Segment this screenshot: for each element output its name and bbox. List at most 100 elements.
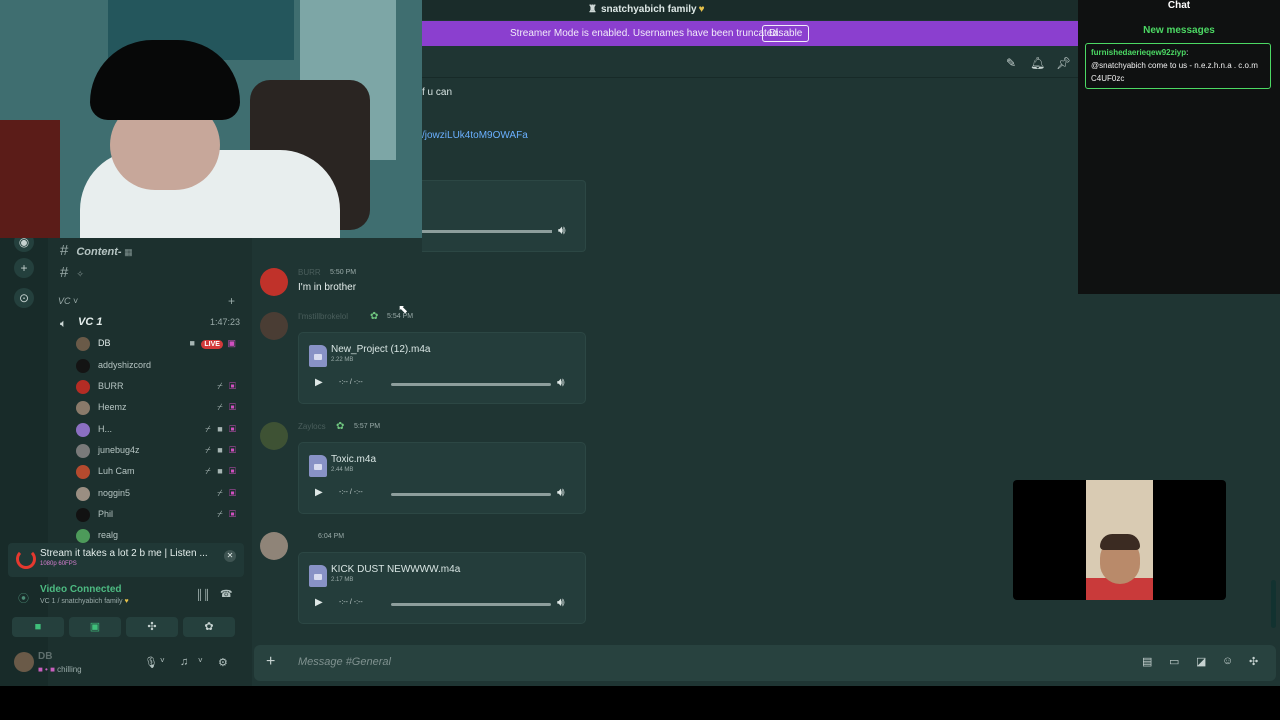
file-icon: [309, 455, 327, 477]
disconnect-icon[interactable]: ☎: [220, 589, 232, 600]
file-name[interactable]: New_Project (12).m4a: [331, 344, 430, 355]
voice-channel-path[interactable]: VC 1 / snatchyabich family ♥: [40, 598, 129, 605]
speaker-icon: 🔈︎: [60, 318, 67, 330]
webcam-overlay: [0, 0, 422, 238]
voice-category[interactable]: VC ˅: [58, 296, 78, 306]
audio-time: -:-- / -:--: [339, 599, 363, 606]
add-channel-icon[interactable]: +: [228, 294, 235, 308]
message: BURR 5:50 PM I'm in brother: [260, 268, 760, 304]
volume-icon[interactable]: 🔊︎: [557, 375, 565, 390]
play-icon[interactable]: ▶: [315, 597, 323, 608]
voice-user[interactable]: junebug4z ⌿ ■ ▣: [76, 443, 238, 461]
message-author[interactable]: BURR: [298, 268, 321, 277]
headphones-icon[interactable]: ♫: [180, 656, 188, 668]
microphone: [0, 120, 60, 238]
image-icon: ▦: [121, 247, 133, 257]
mic-muted-icon: ⌿: [205, 424, 213, 434]
scrollbar[interactable]: [1271, 580, 1276, 628]
play-icon[interactable]: ▶: [315, 377, 323, 388]
apps-icon[interactable]: ✣: [1249, 655, 1258, 668]
mic-muted-icon: ⌿: [217, 402, 225, 412]
add-server-icon[interactable]: +: [14, 258, 34, 278]
user-panel: DB ■ • ■ chilling 🎙︎ ˅ ♫ ˅ ⚙: [8, 646, 244, 682]
audio-progress-track[interactable]: [391, 493, 551, 496]
channel-second[interactable]: # ✧: [60, 264, 84, 281]
voice-user[interactable]: Phil ⌿ ▣: [76, 507, 238, 525]
activity-icon: ▣: [229, 488, 238, 498]
discover-icon[interactable]: ⊙: [14, 288, 34, 308]
avatar[interactable]: [260, 268, 288, 296]
voice-user[interactable]: BURR ⌿ ▣: [76, 379, 238, 397]
avatar[interactable]: [14, 652, 34, 672]
file-name[interactable]: Toxic.m4a: [331, 454, 376, 465]
chevron-down-icon[interactable]: ˅: [198, 656, 203, 665]
voice-duration: 1:47:23: [209, 317, 240, 327]
message-author[interactable]: Zaylocs: [298, 422, 326, 431]
audio-attachment-partial: 🔊︎: [422, 180, 586, 252]
volume-icon[interactable]: 🔊︎: [557, 595, 565, 610]
streamer-mode-text: Streamer Mode is enabled. Usernames have…: [510, 28, 781, 39]
server-title[interactable]: ♜ snatchyabich family ♥: [588, 4, 705, 15]
file-name[interactable]: KICK DUST NEWWWW.m4a: [331, 564, 460, 575]
message-input[interactable]: [298, 656, 1118, 668]
plus-icon[interactable]: +: [266, 653, 275, 671]
avatar: [76, 359, 90, 373]
disable-streamer-mode-button[interactable]: Disable: [762, 25, 810, 42]
voice-channel-vc1[interactable]: 🔈︎ VC 1 1:47:23: [60, 316, 240, 332]
activity-icon: ▣: [229, 381, 238, 391]
close-icon[interactable]: ✕: [224, 550, 236, 562]
volume-icon[interactable]: 🔊︎: [558, 223, 566, 238]
live-badge: LIVE: [201, 340, 223, 349]
gif-icon[interactable]: ▭: [1169, 655, 1179, 668]
signal-icon[interactable]: ⦿: [18, 590, 29, 606]
gift-icon[interactable]: ▤: [1142, 655, 1152, 668]
avatar[interactable]: [260, 422, 288, 450]
voice-connection-panel: ⦿ Video Connected VC 1 / snatchyabich fa…: [8, 580, 244, 640]
threads-icon[interactable]: ✎: [1004, 56, 1018, 70]
sticker-icon[interactable]: ◪: [1196, 655, 1206, 668]
voice-user[interactable]: DB ■ LIVE ▣: [76, 336, 238, 354]
activities-button[interactable]: ✣: [126, 617, 178, 637]
chat-title: Chat: [1167, 0, 1191, 11]
mic-muted-icon: ⌿: [205, 466, 213, 476]
bell-icon[interactable]: 🔔︎: [1030, 56, 1045, 70]
audio-progress-track[interactable]: [391, 383, 551, 386]
avatar[interactable]: [260, 532, 288, 560]
hashtag-icon: #: [60, 242, 69, 259]
voice-user[interactable]: Luh Cam ⌿ ■ ▣: [76, 464, 238, 482]
verified-icon: ✿: [336, 421, 345, 432]
chat-text: @snatchyabich come to us - n.e.z.h.n.a .…: [1091, 61, 1258, 83]
message-link[interactable]: /jowziLUk4toM9OWAFa: [422, 130, 528, 141]
activity-card[interactable]: Stream it takes a lot 2 b me | Listen ..…: [8, 543, 244, 577]
mic-muted-icon: ⌿: [217, 509, 225, 519]
screen-share-button[interactable]: ▣: [69, 617, 121, 637]
noise-suppression-icon[interactable]: ║║: [196, 590, 210, 601]
voice-user[interactable]: noggin5 ⌿ ▣: [76, 486, 238, 504]
heart-icon: ♥: [124, 598, 129, 605]
channel-content[interactable]: # Content- ▦: [60, 242, 133, 259]
activity-logo-icon: [16, 549, 36, 569]
volume-icon[interactable]: 🔊︎: [557, 485, 565, 500]
activity-icon: ▣: [229, 445, 238, 455]
audio-progress-track[interactable]: [422, 230, 552, 233]
audio-time: -:-- / -:--: [339, 379, 363, 386]
soundboard-button[interactable]: ✿: [183, 617, 235, 637]
voice-user[interactable]: Heemz ⌿ ▣: [76, 400, 238, 418]
gear-icon[interactable]: ⚙: [218, 656, 228, 669]
audio-progress-track[interactable]: [391, 603, 551, 606]
chevron-down-icon[interactable]: ˅: [160, 656, 165, 665]
voice-user[interactable]: H... ⌿ ■ ▣: [76, 422, 238, 440]
mic-icon[interactable]: 🎙︎: [144, 656, 158, 669]
avatar[interactable]: [260, 312, 288, 340]
camera-button[interactable]: ■: [12, 617, 64, 637]
message-author[interactable]: I'mstillbrokelol: [298, 312, 348, 321]
mic-muted-icon: ⌿: [217, 488, 225, 498]
play-icon[interactable]: ▶: [315, 487, 323, 498]
file-icon: [309, 345, 327, 367]
voice-user[interactable]: addyshizcord: [76, 358, 238, 376]
activity-icon: ▣: [229, 402, 238, 412]
audio-attachment: KICK DUST NEWWWW.m4a 2.17 MB ▶ -:-- / -:…: [298, 552, 586, 624]
message-time: 5:57 PM: [354, 423, 381, 430]
emoji-icon[interactable]: ☺: [1222, 655, 1233, 667]
pin-icon[interactable]: 📌︎: [1056, 56, 1071, 70]
